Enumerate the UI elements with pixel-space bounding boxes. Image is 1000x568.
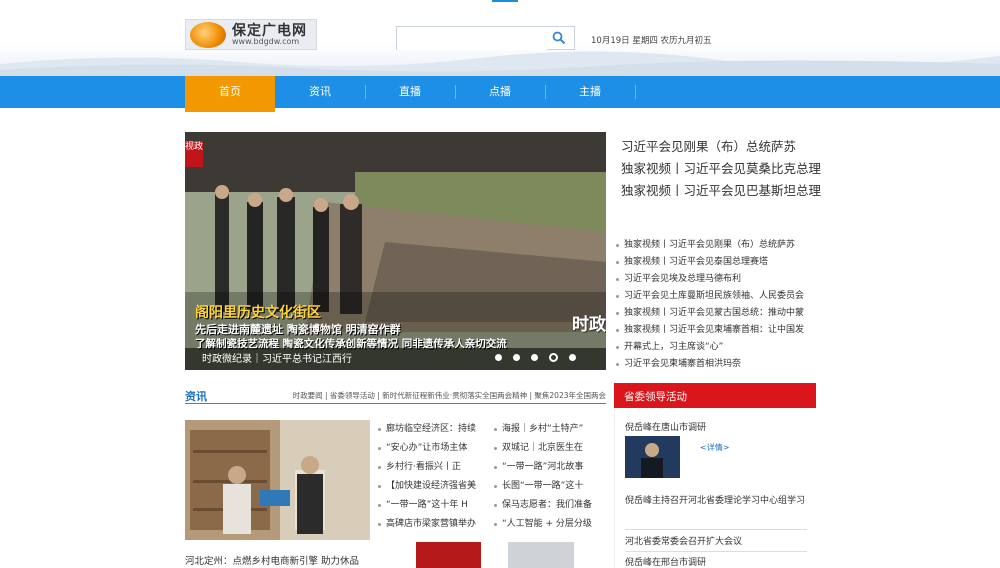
- nav-home[interactable]: 首页: [185, 76, 275, 112]
- list-item[interactable]: 习近平会见柬埔寨首相洪玛奈: [614, 356, 814, 373]
- list-item[interactable]: “一带一路”这十年 H: [377, 496, 482, 515]
- news-photo-image: [185, 420, 370, 540]
- province-item[interactable]: 倪岳峰在唐山市调研: [625, 420, 706, 433]
- list-item[interactable]: 廊坊临空经济区：持续: [377, 420, 482, 439]
- list-item[interactable]: “安心办”让市场主体: [377, 439, 482, 458]
- news-section-title[interactable]: 资讯: [185, 388, 207, 404]
- list-item[interactable]: 高碑店市梁家营镇举办: [377, 515, 482, 534]
- main-nav: 首页 资讯 直播 点播 主播: [0, 76, 1000, 112]
- news-list-col1: 廊坊临空经济区：持续 “安心办”让市场主体 乡村行·看振兴丨正 【加快建设经济强…: [377, 420, 482, 534]
- nav-live[interactable]: 直播: [365, 76, 455, 108]
- list-item[interactable]: 开幕式上，习主席谈“心”: [614, 339, 814, 356]
- province-item[interactable]: 河北省委常委会召开扩大会议: [625, 534, 742, 547]
- province-thumb[interactable]: [625, 436, 680, 478]
- logo-emblem-icon: [190, 21, 226, 48]
- current-date: 10月19日 星期四 农历九月初五: [591, 36, 712, 46]
- slider-overlay-title: 阁阳里历史文化街区: [195, 305, 321, 321]
- top-headlines: 习近平会见刚果（布）总统萨苏 独家视频丨习近平会见莫桑比克总理 独家视频丨习近平…: [621, 138, 821, 204]
- list-item[interactable]: 习近平会见土库曼斯坦民族领袖、人民委员会: [614, 288, 814, 305]
- province-section-title[interactable]: 省委领导活动: [624, 389, 687, 404]
- list-item[interactable]: 双城记｜北京医生在: [493, 439, 598, 458]
- news-section-header: 资讯 时政要闻 | 省委领导活动 | 新时代新征程新伟业·贯彻落实全国两会精神 …: [185, 386, 606, 404]
- list-item[interactable]: “一带一路”河北故事: [493, 458, 598, 477]
- slider-dot[interactable]: [569, 354, 576, 361]
- list-item[interactable]: “人工智能 + 分层分级: [493, 515, 598, 534]
- side-news-list: 独家视频丨习近平会见刚果（布）总统萨苏 独家视频丨习近平会见泰国总理赛塔 习近平…: [614, 237, 814, 373]
- slider-dot[interactable]: [513, 354, 520, 361]
- news-section-links[interactable]: 时政要闻 | 省委领导活动 | 新时代新征程新伟业·贯彻落实全国两会精神 | 聚…: [293, 390, 606, 401]
- list-item[interactable]: 【加快建设经济强省美: [377, 477, 482, 496]
- news-photo[interactable]: [185, 420, 370, 540]
- list-item[interactable]: 习近平会见埃及总理马德布利: [614, 271, 814, 288]
- slider-dot[interactable]: [495, 354, 502, 361]
- province-detail-link[interactable]: <详情>: [700, 442, 729, 453]
- list-item[interactable]: 独家视频丨习近平会见泰国总理赛塔: [614, 254, 814, 271]
- province-item[interactable]: 倪岳峰在邢台市调研: [625, 555, 706, 568]
- news-thumb[interactable]: [416, 542, 481, 568]
- headline-slider[interactable]: 视政 阁阳里历史文化街区 先后走进南麓遗址 陶瓷博物馆 明清窑作群 了解制瓷技艺…: [185, 132, 606, 370]
- slider-overlay-line1: 先后走进南麓遗址 陶瓷博物馆 明清窑作群: [195, 323, 401, 336]
- news-list-col2: 海报｜乡村“土特产” 双城记｜北京医生在 “一带一路”河北故事 长图“一带一路”…: [493, 420, 598, 534]
- search-input[interactable]: [397, 27, 547, 50]
- nav-anchor[interactable]: 主播: [545, 76, 635, 108]
- slider-dot[interactable]: [531, 354, 538, 361]
- header-hills-decoration: [0, 51, 1000, 76]
- list-item[interactable]: 独家视频丨习近平会见刚果（布）总统萨苏: [614, 237, 814, 254]
- search-icon[interactable]: [552, 31, 566, 45]
- headline-link[interactable]: 习近平会见刚果（布）总统萨苏: [621, 138, 821, 156]
- slider-dots: [495, 353, 576, 362]
- nav-news[interactable]: 资讯: [275, 76, 365, 108]
- list-item[interactable]: 独家视频丨习近平会见蒙古国总统：推动中蒙: [614, 305, 814, 322]
- search-box: [396, 26, 575, 50]
- nav-vod[interactable]: 点播: [455, 76, 545, 108]
- list-item[interactable]: 独家视频丨习近平会见柬埔寨首相：让中国发: [614, 322, 814, 339]
- province-section-header: 省委领导活动: [614, 383, 816, 408]
- list-item[interactable]: 保马志愿者：我们准备: [493, 496, 598, 515]
- news-photo-caption[interactable]: 河北定州：点燃乡村电商新引擎 助力休品: [185, 553, 359, 567]
- logo-url: www.bdgdw.com: [232, 36, 300, 46]
- province-section: 倪岳峰在唐山市调研 <详情> 倪岳峰主持召开河北省委理论学习中心组学习 河北省委…: [614, 408, 816, 568]
- headline-link[interactable]: 独家视频丨习近平会见莫桑比克总理: [621, 160, 821, 178]
- list-item[interactable]: 海报｜乡村“土特产”: [493, 420, 598, 439]
- nav-divider: [635, 85, 636, 99]
- province-item[interactable]: 倪岳峰主持召开河北省委理论学习中心组学习: [625, 492, 807, 510]
- list-item[interactable]: 长图“一带一路”这十: [493, 477, 598, 496]
- list-item[interactable]: 乡村行·看振兴丨正: [377, 458, 482, 477]
- slider-badge-right: 时政: [572, 315, 606, 335]
- slider-caption[interactable]: 时政微纪录｜习近平总书记江西行: [202, 350, 352, 365]
- site-logo[interactable]: 保定广电网 www.bdgdw.com: [185, 19, 317, 50]
- news-thumb[interactable]: [508, 542, 574, 568]
- slider-badge-left: 视政: [185, 141, 203, 167]
- slider-dot-active[interactable]: [549, 353, 558, 362]
- province-thumb-image: [625, 436, 680, 478]
- divider: [625, 529, 807, 530]
- site-header: 保定广电网 www.bdgdw.com 10月19日 星期四 农历九月初五: [0, 0, 1000, 76]
- divider: [625, 551, 807, 552]
- logo-name: 保定广电网: [232, 22, 307, 39]
- headline-link[interactable]: 独家视频丨习近平会见巴基斯坦总理: [621, 182, 821, 200]
- top-accent-bar: [492, 0, 518, 2]
